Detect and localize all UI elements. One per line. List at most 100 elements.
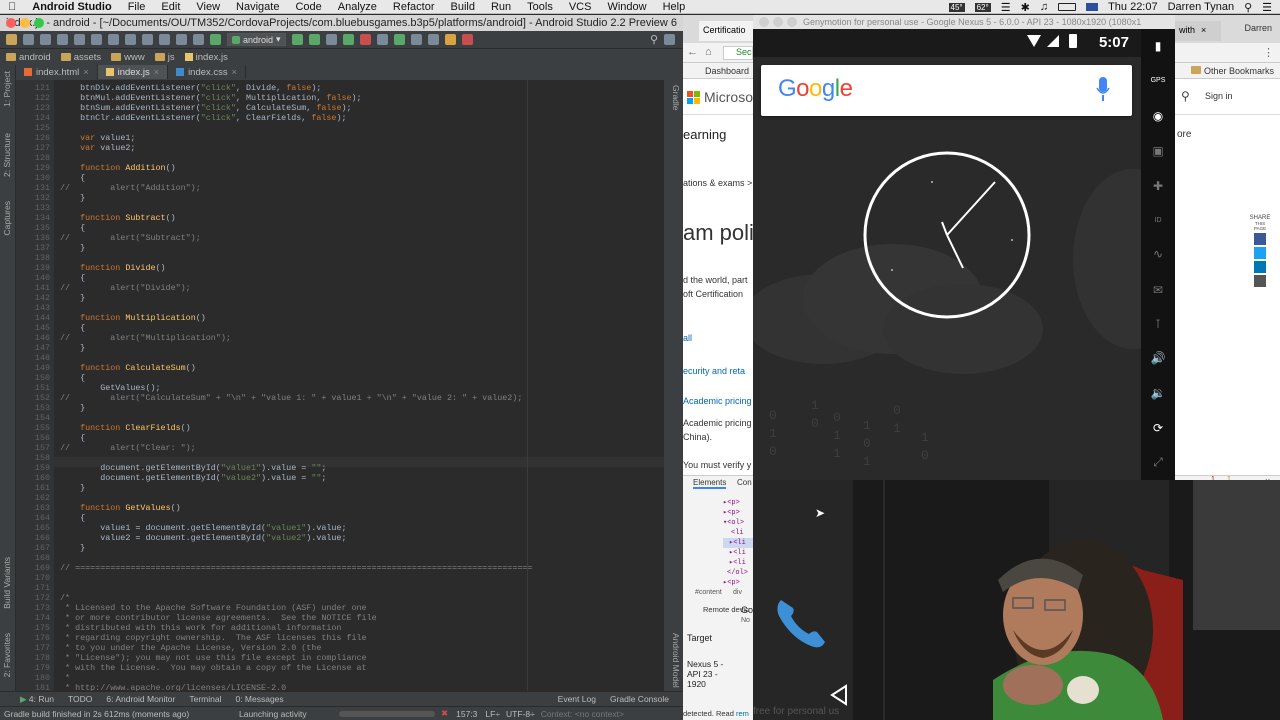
cursor-position[interactable]: 157:3: [456, 709, 477, 719]
redo-icon[interactable]: [74, 34, 85, 45]
open-folder-icon[interactable]: [6, 34, 17, 45]
zoom-window-button[interactable]: [787, 17, 797, 27]
menu-code[interactable]: Code: [287, 1, 329, 13]
apply-changes-icon[interactable]: [342, 34, 354, 45]
detected-link[interactable]: rem: [736, 709, 749, 718]
dom-node[interactable]: ▸<p>: [723, 578, 755, 588]
microsoft-logo[interactable]: Microsoft: [687, 89, 761, 105]
battery-widget-icon[interactable]: ▮: [1149, 39, 1167, 53]
tool-captures[interactable]: Captures: [2, 201, 12, 236]
bookmark-dashboard[interactable]: Dashboard: [705, 66, 749, 76]
make-project-icon[interactable]: [210, 34, 221, 45]
menu-vcs[interactable]: VCS: [561, 1, 600, 13]
phone-app-icon[interactable]: [771, 592, 831, 652]
breadcrumb-js[interactable]: js: [154, 52, 181, 63]
tool-run[interactable]: ▶ 4: Run: [20, 694, 54, 705]
forward-icon[interactable]: [193, 34, 204, 45]
email-icon[interactable]: [1254, 275, 1266, 287]
code-editor[interactable]: btnDiv.addEventListener("click", Divide,…: [54, 80, 664, 698]
help-icon[interactable]: [444, 34, 456, 45]
devtools-breadcrumb-content[interactable]: #content: [695, 589, 722, 596]
dom-node[interactable]: ▸<li: [723, 548, 755, 558]
capture-widget-icon[interactable]: ▣: [1149, 144, 1167, 158]
run-icon[interactable]: [291, 34, 303, 45]
menu-navigate[interactable]: Navigate: [228, 1, 287, 13]
linkedin-icon[interactable]: [1254, 261, 1266, 273]
cancel-process-icon[interactable]: ✖: [441, 708, 448, 719]
stop-icon[interactable]: [359, 34, 371, 45]
volume-icon[interactable]: ♫: [1040, 1, 1048, 13]
nav-more[interactable]: ore: [1177, 129, 1191, 140]
network-icon[interactable]: ∿: [1149, 247, 1167, 261]
flag-icon[interactable]: [1086, 3, 1099, 11]
link-academic[interactable]: Academic pricing: [683, 396, 752, 406]
back-icon[interactable]: ←: [687, 46, 698, 58]
dom-node[interactable]: ▸<p>: [723, 508, 755, 518]
breadcrumb-android[interactable]: android: [6, 52, 57, 63]
tool-todo[interactable]: TODO: [68, 694, 92, 704]
remote-device-name[interactable]: Nexus 5 - API 23 - 1920: [687, 659, 731, 689]
tool-favorites[interactable]: 2: Favorites: [2, 633, 12, 677]
remote-control-icon[interactable]: ✚: [1149, 179, 1167, 193]
close-window-button[interactable]: [6, 18, 16, 28]
coverage-icon[interactable]: [325, 34, 337, 45]
line-separator[interactable]: LF÷: [485, 709, 500, 719]
find-icon[interactable]: [142, 34, 153, 45]
search-icon[interactable]: ⚲: [1181, 89, 1190, 103]
wifi-icon[interactable]: ☰: [1001, 1, 1011, 14]
rotate-icon[interactable]: ⟳: [1149, 421, 1167, 435]
tool-messages[interactable]: 0: Messages: [235, 694, 283, 704]
tool-structure[interactable]: 2: Structure: [2, 133, 12, 177]
close-tab-icon[interactable]: ×: [1201, 25, 1206, 35]
paste-icon[interactable]: [125, 34, 136, 45]
volume-up-icon[interactable]: 🔊: [1149, 351, 1167, 365]
search-everywhere-icon[interactable]: ⚲: [650, 33, 658, 46]
debug-icon[interactable]: [308, 34, 320, 45]
save-icon[interactable]: [23, 34, 34, 45]
menu-tools[interactable]: Tools: [519, 1, 561, 13]
copy-icon[interactable]: [108, 34, 119, 45]
dom-node[interactable]: ▸<li: [723, 538, 755, 548]
android-screen-lower[interactable]: free for personal us ➤: [753, 480, 853, 720]
apple-menu-icon[interactable]: : [0, 1, 24, 13]
close-tab-icon[interactable]: ×: [232, 67, 237, 77]
tool-build-variants[interactable]: Build Variants: [2, 557, 12, 609]
context-indicator[interactable]: Context: <no context>: [541, 709, 624, 719]
replace-icon[interactable]: [159, 34, 170, 45]
dom-node[interactable]: </ol>: [723, 568, 755, 578]
menubar-user[interactable]: Darren Tynan: [1168, 1, 1234, 13]
share-icon[interactable]: ⊺: [1149, 317, 1167, 331]
tool-gradle[interactable]: Gradle: [671, 85, 681, 111]
layout-icon[interactable]: [664, 34, 675, 45]
google-search-bar[interactable]: Google: [761, 65, 1132, 116]
undo-icon[interactable]: [57, 34, 68, 45]
nav-back-icon[interactable]: [829, 684, 849, 706]
breadcrumb-www[interactable]: www: [111, 52, 151, 63]
notifications-icon[interactable]: ☰: [1262, 1, 1272, 14]
sync-gradle-icon[interactable]: [427, 34, 439, 45]
battery-icon[interactable]: [1058, 3, 1077, 11]
tab-index-css[interactable]: index.css ×: [168, 65, 246, 79]
menu-view[interactable]: View: [188, 1, 228, 13]
cut-icon[interactable]: [91, 34, 102, 45]
tab-index-js[interactable]: index.js ×: [97, 65, 169, 79]
mic-icon[interactable]: [1096, 77, 1110, 103]
avd-manager-icon[interactable]: [393, 34, 405, 45]
devtools-breadcrumb-div[interactable]: div: [733, 589, 742, 596]
dom-node[interactable]: <li: [723, 528, 755, 538]
dom-node[interactable]: ▾<ol>: [723, 518, 755, 528]
chrome-profile-name[interactable]: Darren: [1244, 23, 1272, 33]
sign-in-link[interactable]: Sign in: [1205, 91, 1233, 101]
close-window-button[interactable]: [759, 17, 769, 27]
menu-window[interactable]: Window: [599, 1, 654, 13]
twitter-icon[interactable]: [1254, 247, 1266, 259]
back-icon[interactable]: [176, 34, 187, 45]
link-all[interactable]: all: [683, 333, 692, 343]
spotlight-icon[interactable]: ⚲: [1244, 1, 1252, 14]
menu-run[interactable]: Run: [483, 1, 519, 13]
fullscreen-icon[interactable]: ⤢: [1149, 455, 1167, 469]
tool-gradle-console[interactable]: Gradle Console: [610, 694, 669, 704]
url-field[interactable]: Sec: [723, 46, 753, 60]
breadcrumb-indexjs[interactable]: index.js: [184, 52, 234, 63]
devtools-tab-console[interactable]: Con: [737, 478, 752, 487]
